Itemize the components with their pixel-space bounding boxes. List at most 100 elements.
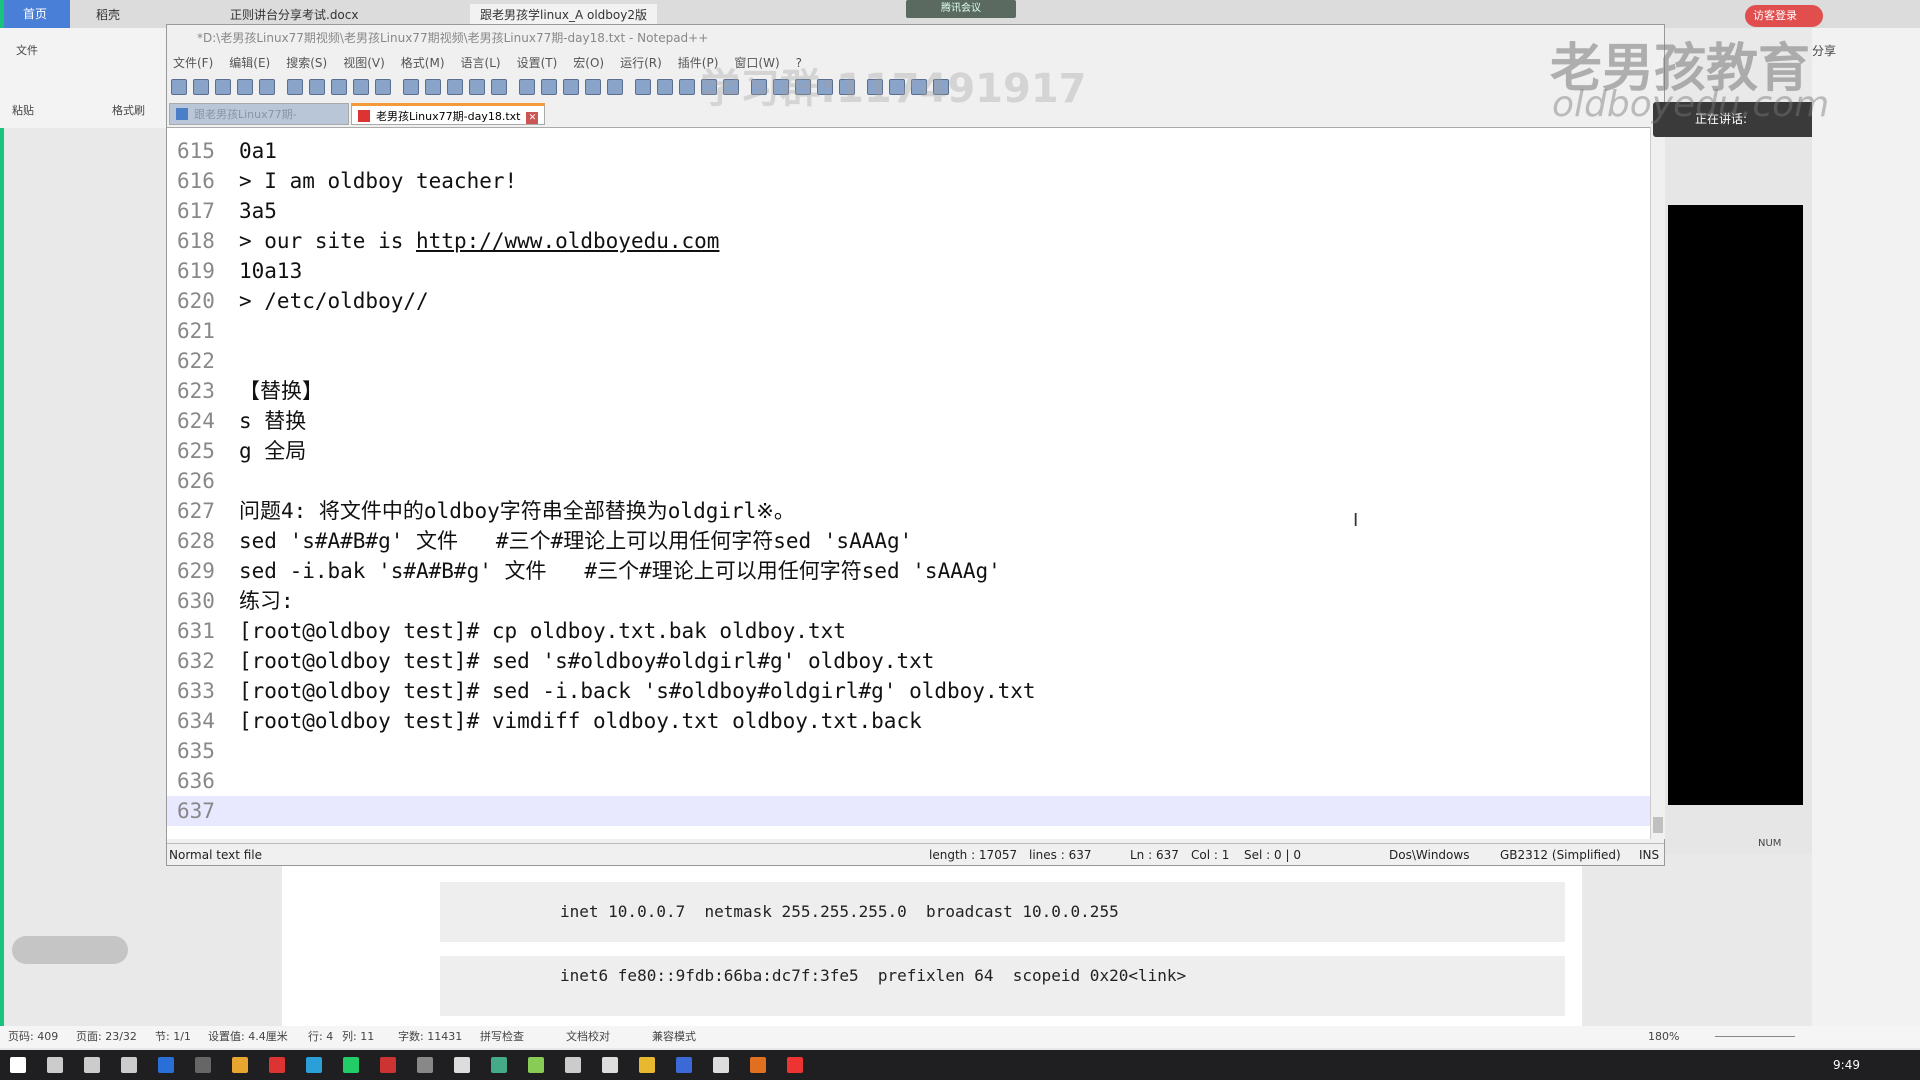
editor-line[interactable]: 633 [root@oldboy test]# sed -i.back 's#ol… <box>167 676 1650 706</box>
floating-toolbar[interactable] <box>12 936 128 964</box>
toolbar-button-icon[interactable] <box>447 79 463 95</box>
file-tab-day18[interactable]: 老男孩Linux77期-day18.txt ✕ <box>351 103 546 125</box>
tab-doc-linux[interactable]: 跟老男孩学linux_A oldboy2版 <box>470 4 657 26</box>
toolbar-button-icon[interactable] <box>469 79 485 95</box>
close-tab-icon[interactable]: ✕ <box>526 112 539 124</box>
taskbar-app-icon[interactable] <box>380 1057 396 1073</box>
toolbar-button-icon[interactable] <box>353 79 369 95</box>
toolbar-button-icon[interactable] <box>375 79 391 95</box>
share-button[interactable]: 分享 <box>1812 42 1836 59</box>
editor-line[interactable]: 623 【替换】 <box>167 376 1650 406</box>
editor-line[interactable]: 629 sed -i.bak 's#A#B#g' 文件 #三个#理论上可以用任何字… <box>167 556 1650 586</box>
editor-line[interactable]: 628 sed 's#A#B#g' 文件 #三个#理论上可以用任何字符sed 's… <box>167 526 1650 556</box>
tab-home[interactable]: 首页 <box>0 0 70 28</box>
text-editor[interactable]: 615 0a1 616 > I am oldboy teacher! 617 3a5 618… <box>167 127 1650 839</box>
editor-line[interactable]: 617 3a5 <box>167 196 1650 226</box>
menu-view[interactable]: 视图(V) <box>343 56 385 70</box>
toolbar-button-icon[interactable] <box>635 79 651 95</box>
scroll-thumb[interactable] <box>1653 817 1663 833</box>
toolbar-button-icon[interactable] <box>491 79 507 95</box>
proofread-button[interactable]: 文档校对 <box>566 1026 610 1048</box>
toolbar-button-icon[interactable] <box>193 79 209 95</box>
editor-line[interactable]: 637 <box>167 796 1650 826</box>
toolbar-button-icon[interactable] <box>563 79 579 95</box>
taskbar-app-icon[interactable] <box>713 1057 729 1073</box>
editor-line[interactable]: 619 10a13 <box>167 256 1650 286</box>
toolbar-button-icon[interactable] <box>215 79 231 95</box>
menu-file[interactable]: 文件(F) <box>173 56 213 70</box>
toolbar-button-icon[interactable] <box>541 79 557 95</box>
editor-line[interactable]: 631 [root@oldboy test]# cp oldboy.txt.bak… <box>167 616 1650 646</box>
taskbar-app-icon[interactable] <box>10 1057 26 1073</box>
editor-line[interactable]: 615 0a1 <box>167 136 1650 166</box>
paste-button[interactable]: 粘贴 <box>12 102 34 118</box>
toolbar-button-icon[interactable] <box>171 79 187 95</box>
taskbar-app-icon[interactable] <box>454 1057 470 1073</box>
zoom-level[interactable]: 180% <box>1648 1026 1679 1048</box>
taskbar-app-icon[interactable] <box>639 1057 655 1073</box>
taskbar-app-icon[interactable] <box>602 1057 618 1073</box>
editor-line[interactable]: 630 练习: <box>167 586 1650 616</box>
taskbar-app-icon[interactable] <box>343 1057 359 1073</box>
menu-edit[interactable]: 编辑(E) <box>229 56 270 70</box>
menu-search[interactable]: 搜索(S) <box>286 56 327 70</box>
menu-run[interactable]: 运行(R) <box>620 56 662 70</box>
taskbar-app-icon[interactable] <box>121 1057 137 1073</box>
toolbar-button-icon[interactable] <box>585 79 601 95</box>
zoom-slider[interactable] <box>1715 1036 1795 1037</box>
tab-docer[interactable]: 稻壳 <box>86 4 130 26</box>
editor-line[interactable]: 625 g 全局 <box>167 436 1650 466</box>
url-link[interactable]: http://www.oldboyedu.com <box>416 229 719 253</box>
taskbar-app-icon[interactable] <box>47 1057 63 1073</box>
editor-line[interactable]: 632 [root@oldboy test]# sed 's#oldboy#old… <box>167 646 1650 676</box>
editor-line[interactable]: 634 [root@oldboy test]# vimdiff oldboy.tx… <box>167 706 1650 736</box>
toolbar-button-icon[interactable] <box>657 79 673 95</box>
editor-line[interactable]: 636 <box>167 766 1650 796</box>
format-painter-button[interactable]: 格式刷 <box>112 102 145 118</box>
editor-line[interactable]: 616 > I am oldboy teacher! <box>167 166 1650 196</box>
editor-line[interactable]: 622 <box>167 346 1650 376</box>
menu-format[interactable]: 格式(M) <box>401 56 445 70</box>
tab-doc-regex[interactable]: 正则讲台分享考试.docx <box>220 4 368 26</box>
taskbar-app-icon[interactable] <box>158 1057 174 1073</box>
taskbar-app-icon[interactable] <box>269 1057 285 1073</box>
taskbar-app-icon[interactable] <box>565 1057 581 1073</box>
meeting-indicator[interactable]: 腾讯会议 <box>906 0 1016 18</box>
menu-settings[interactable]: 设置(T) <box>517 56 558 70</box>
menu-macro[interactable]: 宏(O) <box>573 56 604 70</box>
toolbar-button-icon[interactable] <box>287 79 303 95</box>
toolbar-button-icon[interactable] <box>519 79 535 95</box>
taskbar-app-icon[interactable] <box>491 1057 507 1073</box>
editor-line[interactable]: 626 <box>167 466 1650 496</box>
taskbar-app-icon[interactable] <box>306 1057 322 1073</box>
line-text: 0a1 <box>239 136 277 166</box>
editor-line[interactable]: 618 > our site is http://www.oldboyedu.co… <box>167 226 1650 256</box>
menu-language[interactable]: 语言(L) <box>461 56 501 70</box>
editor-line[interactable]: 624 s 替换 <box>167 406 1650 436</box>
vertical-scrollbar[interactable] <box>1650 127 1665 839</box>
editor-line[interactable]: 620 > /etc/oldboy// <box>167 286 1650 316</box>
toolbar-button-icon[interactable] <box>237 79 253 95</box>
file-menu[interactable]: 文件 <box>16 42 38 58</box>
toolbar-button-icon[interactable] <box>679 79 695 95</box>
editor-line[interactable]: 627 问题4: 将文件中的oldboy字符串全部替换为oldgirl※。 <box>167 496 1650 526</box>
taskbar-app-icon[interactable] <box>232 1057 248 1073</box>
taskbar-app-icon[interactable] <box>528 1057 544 1073</box>
taskbar-app-icon[interactable] <box>676 1057 692 1073</box>
taskbar-app-icon[interactable] <box>417 1057 433 1073</box>
editor-line[interactable]: 621 <box>167 316 1650 346</box>
spell-check-button[interactable]: 拼写检查 <box>480 1026 524 1048</box>
taskbar-app-icon[interactable] <box>84 1057 100 1073</box>
file-tab-day17[interactable]: 跟老男孩Linux77期-day17.txt <box>169 103 349 143</box>
visitor-login-button[interactable]: 访客登录 <box>1745 5 1823 27</box>
toolbar-button-icon[interactable] <box>331 79 347 95</box>
toolbar-button-icon[interactable] <box>309 79 325 95</box>
toolbar-button-icon[interactable] <box>607 79 623 95</box>
toolbar-button-icon[interactable] <box>259 79 275 95</box>
taskbar-app-icon[interactable] <box>750 1057 766 1073</box>
taskbar-app-icon[interactable] <box>787 1057 803 1073</box>
editor-line[interactable]: 635 <box>167 736 1650 766</box>
taskbar-app-icon[interactable] <box>195 1057 211 1073</box>
toolbar-button-icon[interactable] <box>403 79 419 95</box>
toolbar-button-icon[interactable] <box>425 79 441 95</box>
